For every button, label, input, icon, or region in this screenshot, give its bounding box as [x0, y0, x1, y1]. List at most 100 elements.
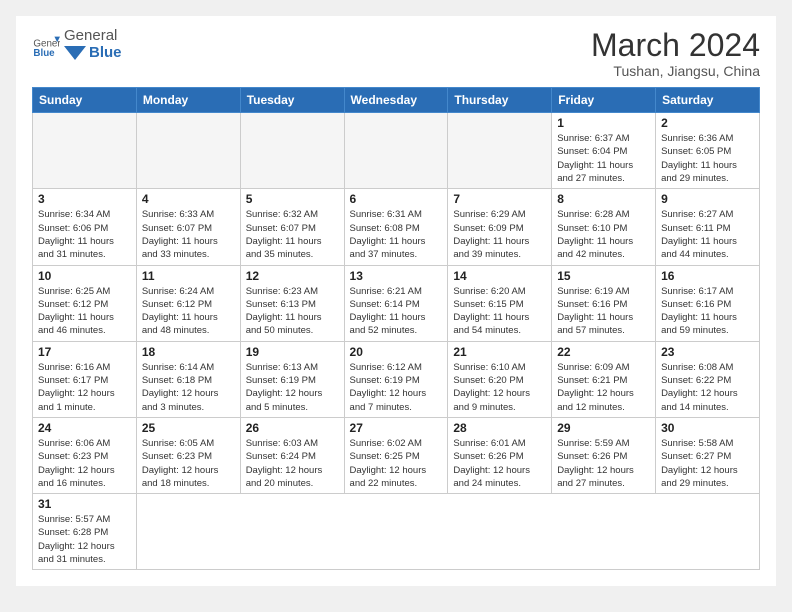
- day-number: 23: [661, 345, 754, 359]
- day-info: Sunrise: 6:20 AMSunset: 6:15 PMDaylight:…: [453, 285, 546, 338]
- header-saturday: Saturday: [656, 88, 760, 113]
- day-cell: 17 Sunrise: 6:16 AMSunset: 6:17 PMDaylig…: [33, 341, 137, 417]
- logo-blue-text: Blue: [89, 45, 122, 62]
- day-cell: 19 Sunrise: 6:13 AMSunset: 6:19 PMDaylig…: [240, 341, 344, 417]
- day-number: 9: [661, 192, 754, 206]
- day-number: 17: [38, 345, 131, 359]
- day-cell: 3 Sunrise: 6:34 AMSunset: 6:06 PMDayligh…: [33, 189, 137, 265]
- day-info: Sunrise: 6:02 AMSunset: 6:25 PMDaylight:…: [350, 437, 443, 490]
- svg-text:Blue: Blue: [33, 48, 55, 59]
- calendar-row: 17 Sunrise: 6:16 AMSunset: 6:17 PMDaylig…: [33, 341, 760, 417]
- month-year-title: March 2024: [591, 28, 760, 63]
- header-friday: Friday: [552, 88, 656, 113]
- day-info: Sunrise: 6:21 AMSunset: 6:14 PMDaylight:…: [350, 285, 443, 338]
- day-number: 18: [142, 345, 235, 359]
- day-cell: 2 Sunrise: 6:36 AMSunset: 6:05 PMDayligh…: [656, 113, 760, 189]
- logo-icon: General Blue: [32, 31, 60, 59]
- day-info: Sunrise: 6:16 AMSunset: 6:17 PMDaylight:…: [38, 361, 131, 414]
- day-info: Sunrise: 6:31 AMSunset: 6:08 PMDaylight:…: [350, 208, 443, 261]
- header-monday: Monday: [136, 88, 240, 113]
- day-cell: 20 Sunrise: 6:12 AMSunset: 6:19 PMDaylig…: [344, 341, 448, 417]
- header-wednesday: Wednesday: [344, 88, 448, 113]
- calendar-container: General Blue General Blue March 2024 Tus…: [16, 16, 776, 586]
- day-cell: 16 Sunrise: 6:17 AMSunset: 6:16 PMDaylig…: [656, 265, 760, 341]
- empty-cell: [448, 113, 552, 189]
- day-cell: 11 Sunrise: 6:24 AMSunset: 6:12 PMDaylig…: [136, 265, 240, 341]
- day-number: 26: [246, 421, 339, 435]
- empty-cell: [136, 113, 240, 189]
- day-number: 31: [38, 497, 131, 511]
- day-number: 29: [557, 421, 650, 435]
- day-number: 6: [350, 192, 443, 206]
- calendar-row: 1 Sunrise: 6:37 AMSunset: 6:04 PMDayligh…: [33, 113, 760, 189]
- day-cell: 24 Sunrise: 6:06 AMSunset: 6:23 PMDaylig…: [33, 417, 137, 493]
- day-info: Sunrise: 6:12 AMSunset: 6:19 PMDaylight:…: [350, 361, 443, 414]
- day-info: Sunrise: 5:59 AMSunset: 6:26 PMDaylight:…: [557, 437, 650, 490]
- day-number: 1: [557, 116, 650, 130]
- header-thursday: Thursday: [448, 88, 552, 113]
- logo-triangle-icon: [64, 46, 86, 60]
- day-info: Sunrise: 6:27 AMSunset: 6:11 PMDaylight:…: [661, 208, 754, 261]
- day-number: 10: [38, 269, 131, 283]
- day-cell: 9 Sunrise: 6:27 AMSunset: 6:11 PMDayligh…: [656, 189, 760, 265]
- day-number: 4: [142, 192, 235, 206]
- calendar-table: Sunday Monday Tuesday Wednesday Thursday…: [32, 87, 760, 570]
- day-info: Sunrise: 6:06 AMSunset: 6:23 PMDaylight:…: [38, 437, 131, 490]
- day-cell: 5 Sunrise: 6:32 AMSunset: 6:07 PMDayligh…: [240, 189, 344, 265]
- day-number: 22: [557, 345, 650, 359]
- weekday-header-row: Sunday Monday Tuesday Wednesday Thursday…: [33, 88, 760, 113]
- title-block: March 2024 Tushan, Jiangsu, China: [591, 28, 760, 79]
- day-cell: 27 Sunrise: 6:02 AMSunset: 6:25 PMDaylig…: [344, 417, 448, 493]
- empty-cell: [344, 113, 448, 189]
- day-info: Sunrise: 6:10 AMSunset: 6:20 PMDaylight:…: [453, 361, 546, 414]
- day-info: Sunrise: 6:17 AMSunset: 6:16 PMDaylight:…: [661, 285, 754, 338]
- calendar-header: General Blue General Blue March 2024 Tus…: [32, 28, 760, 79]
- day-number: 15: [557, 269, 650, 283]
- header-sunday: Sunday: [33, 88, 137, 113]
- day-info: Sunrise: 6:13 AMSunset: 6:19 PMDaylight:…: [246, 361, 339, 414]
- day-cell: 30 Sunrise: 5:58 AMSunset: 6:27 PMDaylig…: [656, 417, 760, 493]
- day-cell: 21 Sunrise: 6:10 AMSunset: 6:20 PMDaylig…: [448, 341, 552, 417]
- day-cell: 29 Sunrise: 5:59 AMSunset: 6:26 PMDaylig…: [552, 417, 656, 493]
- day-number: 24: [38, 421, 131, 435]
- calendar-row: 3 Sunrise: 6:34 AMSunset: 6:06 PMDayligh…: [33, 189, 760, 265]
- day-number: 30: [661, 421, 754, 435]
- day-cell: 15 Sunrise: 6:19 AMSunset: 6:16 PMDaylig…: [552, 265, 656, 341]
- day-cell: 13 Sunrise: 6:21 AMSunset: 6:14 PMDaylig…: [344, 265, 448, 341]
- day-info: Sunrise: 5:58 AMSunset: 6:27 PMDaylight:…: [661, 437, 754, 490]
- day-cell: 26 Sunrise: 6:03 AMSunset: 6:24 PMDaylig…: [240, 417, 344, 493]
- day-number: 3: [38, 192, 131, 206]
- day-info: Sunrise: 6:24 AMSunset: 6:12 PMDaylight:…: [142, 285, 235, 338]
- day-cell: 12 Sunrise: 6:23 AMSunset: 6:13 PMDaylig…: [240, 265, 344, 341]
- day-info: Sunrise: 6:29 AMSunset: 6:09 PMDaylight:…: [453, 208, 546, 261]
- day-info: Sunrise: 6:01 AMSunset: 6:26 PMDaylight:…: [453, 437, 546, 490]
- day-info: Sunrise: 6:19 AMSunset: 6:16 PMDaylight:…: [557, 285, 650, 338]
- day-cell: 7 Sunrise: 6:29 AMSunset: 6:09 PMDayligh…: [448, 189, 552, 265]
- day-cell: 18 Sunrise: 6:14 AMSunset: 6:18 PMDaylig…: [136, 341, 240, 417]
- day-info: Sunrise: 6:33 AMSunset: 6:07 PMDaylight:…: [142, 208, 235, 261]
- calendar-row: 10 Sunrise: 6:25 AMSunset: 6:12 PMDaylig…: [33, 265, 760, 341]
- day-cell: 23 Sunrise: 6:08 AMSunset: 6:22 PMDaylig…: [656, 341, 760, 417]
- day-number: 16: [661, 269, 754, 283]
- day-cell: 8 Sunrise: 6:28 AMSunset: 6:10 PMDayligh…: [552, 189, 656, 265]
- day-info: Sunrise: 6:25 AMSunset: 6:12 PMDaylight:…: [38, 285, 131, 338]
- header-tuesday: Tuesday: [240, 88, 344, 113]
- day-cell: 31 Sunrise: 5:57 AMSunset: 6:28 PMDaylig…: [33, 494, 137, 570]
- day-cell: 10 Sunrise: 6:25 AMSunset: 6:12 PMDaylig…: [33, 265, 137, 341]
- day-number: 2: [661, 116, 754, 130]
- day-info: Sunrise: 6:05 AMSunset: 6:23 PMDaylight:…: [142, 437, 235, 490]
- day-cell: 28 Sunrise: 6:01 AMSunset: 6:26 PMDaylig…: [448, 417, 552, 493]
- day-number: 14: [453, 269, 546, 283]
- day-number: 7: [453, 192, 546, 206]
- day-info: Sunrise: 6:23 AMSunset: 6:13 PMDaylight:…: [246, 285, 339, 338]
- day-number: 13: [350, 269, 443, 283]
- calendar-row: 24 Sunrise: 6:06 AMSunset: 6:23 PMDaylig…: [33, 417, 760, 493]
- day-info: Sunrise: 6:08 AMSunset: 6:22 PMDaylight:…: [661, 361, 754, 414]
- day-number: 19: [246, 345, 339, 359]
- day-cell: 6 Sunrise: 6:31 AMSunset: 6:08 PMDayligh…: [344, 189, 448, 265]
- day-number: 27: [350, 421, 443, 435]
- empty-cell: [33, 113, 137, 189]
- day-cell: 1 Sunrise: 6:37 AMSunset: 6:04 PMDayligh…: [552, 113, 656, 189]
- day-cell: 22 Sunrise: 6:09 AMSunset: 6:21 PMDaylig…: [552, 341, 656, 417]
- day-info: Sunrise: 6:14 AMSunset: 6:18 PMDaylight:…: [142, 361, 235, 414]
